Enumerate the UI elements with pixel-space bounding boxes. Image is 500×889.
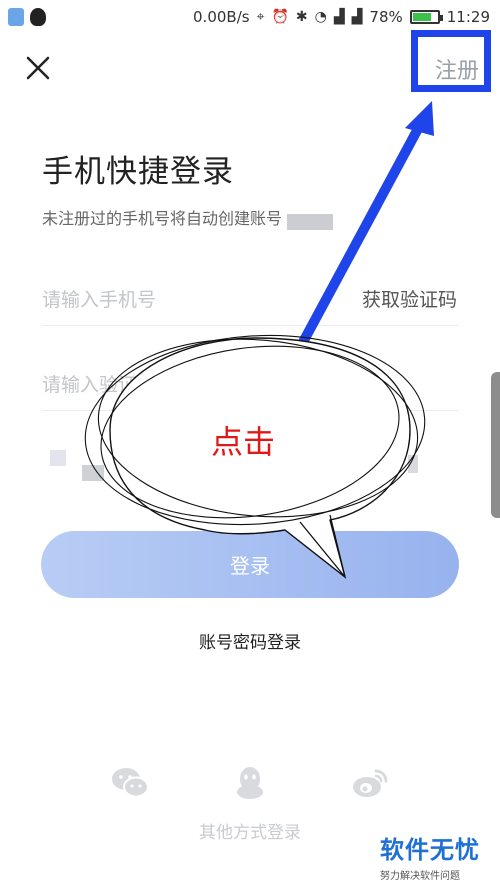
login-screen: 0.00B/s ⌖ ⏰ ✱ ◔ ▟ ▟ 78% 11:29 注册 手机快捷登录 … — [0, 0, 500, 889]
status-right: 0.00B/s ⌖ ⏰ ✱ ◔ ▟ ▟ 78% 11:29 — [193, 8, 490, 26]
watermark-main: 软件无忧 — [380, 836, 480, 864]
page-subtitle: 未注册过的手机号将自动创建账号 — [42, 209, 283, 228]
annotation-click-label: 点击 — [211, 423, 276, 461]
agreement-checkbox[interactable] — [50, 450, 66, 466]
weibo-icon[interactable] — [350, 765, 390, 801]
network-speed: 0.00B/s — [193, 8, 250, 26]
bluetooth-icon: ✱ — [295, 9, 308, 25]
code-placeholder: 请输入验证码 — [42, 374, 157, 396]
agreement-text-fragment — [82, 465, 104, 481]
status-left — [8, 8, 46, 26]
phone-placeholder: 请输入手机号 — [42, 289, 157, 311]
battery-icon — [409, 10, 443, 24]
signal-icon: ▟ — [333, 9, 345, 25]
account-password-login-link[interactable]: 账号密码登录 — [0, 628, 500, 653]
qq-icon[interactable] — [230, 765, 270, 801]
security-app-icon — [8, 8, 24, 26]
watermark: 软件无忧 努力解决软件问题 — [380, 830, 480, 882]
login-button[interactable]: 登录 — [41, 531, 459, 598]
get-code-button[interactable]: 获取验证码 — [362, 285, 457, 312]
social-login-row — [0, 765, 500, 805]
wifi-icon: ◔ — [314, 9, 327, 25]
code-field[interactable]: 请输入验证码 — [42, 350, 459, 411]
login-button-label: 登录 — [230, 554, 270, 578]
alarm-icon: ⏰ — [271, 9, 289, 25]
phone-field[interactable]: 请输入手机号 获取验证码 — [42, 265, 459, 326]
annotation-highlight-box — [411, 30, 491, 92]
page-title: 手机快捷登录 — [42, 154, 234, 190]
close-icon — [26, 56, 50, 80]
clock: 11:29 — [446, 8, 490, 26]
qq-notification-icon — [30, 8, 46, 26]
close-button[interactable] — [20, 50, 56, 86]
signal-icon: ▟ — [351, 9, 363, 25]
redaction-mark — [287, 214, 333, 230]
annotation-arrow-shaft — [283, 122, 425, 373]
wechat-icon[interactable] — [110, 765, 150, 801]
location-icon: ⌖ — [256, 9, 265, 25]
watermark-sub: 努力解决软件问题 — [380, 871, 460, 882]
battery-percent: 78% — [369, 8, 403, 26]
agreement-text-fragment — [408, 455, 418, 473]
side-drawer-handle[interactable] — [491, 372, 500, 518]
battery-fill — [412, 13, 432, 21]
annotation-arrow-head — [405, 101, 434, 136]
